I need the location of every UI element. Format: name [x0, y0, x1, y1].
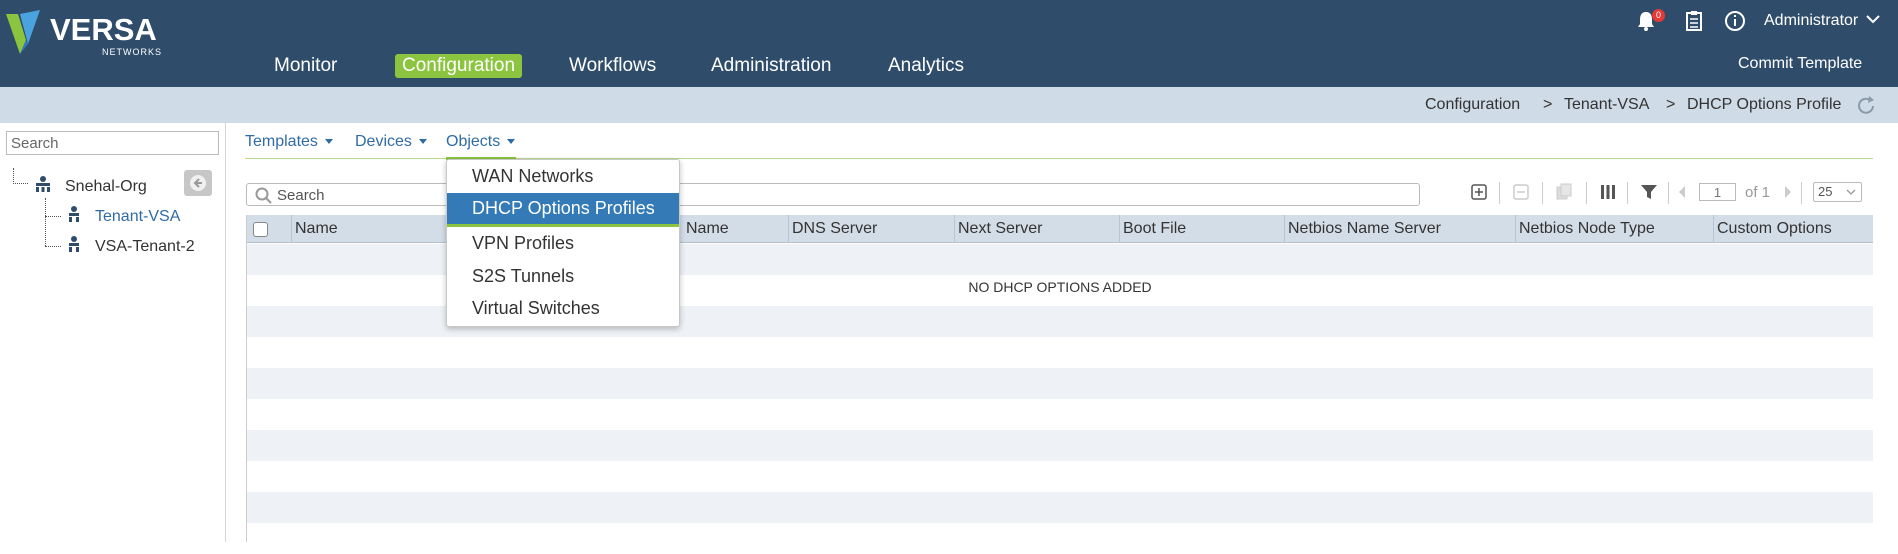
table-row — [247, 399, 1873, 430]
back-arrow-icon — [190, 175, 206, 191]
menu-item-dhcp-options-profiles[interactable]: DHCP Options Profiles — [447, 193, 679, 227]
tree-node-tenant-vsa[interactable]: Tenant-VSA — [95, 208, 180, 226]
column-header-boot-file[interactable]: Boot File — [1119, 215, 1284, 243]
menu-item-virtual-switches[interactable]: Virtual Switches — [447, 293, 679, 324]
breadcrumb-separator: > — [1666, 96, 1676, 113]
subnav-objects[interactable]: Objects — [446, 133, 516, 151]
page-size-select[interactable]: 25 — [1813, 182, 1862, 202]
page-count: of 1 — [1745, 184, 1771, 201]
tree-connector — [45, 246, 61, 247]
toolbar-separator — [1542, 182, 1543, 204]
nav-analytics[interactable]: Analytics — [888, 54, 964, 78]
org-icon — [36, 176, 50, 192]
caret-down-icon — [507, 139, 516, 145]
tree-node-org[interactable]: Snehal-Org — [65, 178, 147, 196]
column-header-name[interactable]: Name — [291, 215, 451, 243]
breadcrumb-item[interactable]: Tenant-VSA — [1564, 96, 1649, 114]
tree-node-vsa-tenant-2[interactable]: VSA-Tenant-2 — [95, 238, 195, 256]
page-size-value: 25 — [1818, 184, 1833, 199]
tree-connector — [13, 183, 28, 184]
versa-logo-mark-icon — [6, 10, 40, 54]
column-header-netbios-name-server[interactable]: Netbios Name Server — [1284, 215, 1515, 243]
nav-configuration[interactable]: Configuration — [395, 54, 523, 78]
remove-icon[interactable] — [1512, 183, 1530, 201]
nav-administration[interactable]: Administration — [711, 54, 831, 78]
toolbar-separator — [1627, 182, 1628, 204]
caret-down-icon — [324, 139, 333, 145]
add-icon[interactable] — [1470, 183, 1488, 201]
breadcrumb-item: DHCP Options Profile — [1687, 96, 1842, 113]
column-header-name-2[interactable]: Name — [683, 215, 788, 243]
toolbar-separator — [1801, 182, 1802, 204]
tree-connector — [13, 168, 14, 184]
column-header-dns-server[interactable]: DNS Server — [788, 215, 954, 243]
tree-connector — [45, 198, 46, 246]
subnav-templates-label: Templates — [245, 133, 318, 150]
subnav-devices[interactable]: Devices — [355, 133, 427, 151]
page-number-input[interactable] — [1699, 183, 1736, 201]
chevron-down-icon[interactable] — [1866, 14, 1880, 24]
logo-subtext: NETWORKS — [102, 47, 163, 57]
table-row — [247, 368, 1873, 399]
info-icon[interactable] — [1724, 10, 1746, 32]
column-header-next-server[interactable]: Next Server — [954, 215, 1119, 243]
tenant-icon — [69, 236, 79, 252]
nav-workflows[interactable]: Workflows — [569, 54, 656, 78]
chevron-down-icon — [1846, 189, 1856, 195]
tenant-icon — [69, 206, 79, 222]
subnav-templates[interactable]: Templates — [245, 133, 333, 151]
filter-icon[interactable] — [1640, 183, 1658, 201]
grid-search-box — [246, 183, 1420, 206]
prev-page-icon[interactable] — [1677, 186, 1687, 198]
caret-down-icon — [418, 139, 427, 145]
toolbar-separator — [1499, 182, 1500, 204]
menu-item-wan-networks[interactable]: WAN Networks — [447, 161, 679, 192]
nav-monitor[interactable]: Monitor — [274, 54, 337, 78]
toolbar-separator — [1668, 182, 1669, 204]
column-header-netbios-node-type[interactable]: Netbios Node Type — [1515, 215, 1713, 243]
collapse-panel-button[interactable] — [184, 170, 212, 196]
objects-dropdown-menu: WAN Networks DHCP Options Profiles VPN P… — [446, 159, 680, 327]
select-all-checkbox[interactable] — [253, 222, 268, 237]
versa-logo[interactable]: VERSA NETWORKS — [6, 8, 166, 58]
table-row — [247, 461, 1873, 492]
clipboard-icon[interactable] — [1685, 10, 1703, 32]
breadcrumb: Configuration > Tenant-VSA > DHCP Option… — [0, 87, 1898, 123]
table-row — [247, 523, 1873, 554]
table-row — [247, 492, 1873, 523]
commit-template-button[interactable]: Commit Template — [1738, 55, 1862, 73]
column-header-custom-options[interactable]: Custom Options — [1713, 215, 1873, 243]
notification-badge: 0 — [1652, 9, 1665, 22]
next-page-icon[interactable] — [1783, 186, 1793, 198]
top-header: VERSA NETWORKS Monitor Configuration Wor… — [0, 0, 1898, 87]
refresh-icon[interactable] — [1855, 95, 1877, 117]
user-menu[interactable]: Administrator — [1764, 12, 1858, 30]
subnav-devices-label: Devices — [355, 133, 412, 150]
toolbar-separator — [1586, 182, 1587, 204]
logo-text: VERSA — [50, 12, 157, 47]
breadcrumb-separator: > — [1543, 96, 1553, 113]
search-icon — [255, 187, 272, 204]
menu-item-vpn-profiles[interactable]: VPN Profiles — [447, 228, 679, 259]
columns-icon[interactable] — [1599, 183, 1617, 201]
menu-item-s2s-tunnels[interactable]: S2S Tunnels — [447, 261, 679, 292]
tree-connector — [45, 216, 61, 217]
breadcrumb-item[interactable]: Configuration — [1425, 96, 1520, 114]
copy-icon[interactable] — [1555, 183, 1573, 201]
tree-search-input[interactable] — [6, 131, 219, 155]
subnav-objects-label: Objects — [446, 133, 501, 150]
table-row — [247, 430, 1873, 461]
table-row — [247, 337, 1873, 368]
